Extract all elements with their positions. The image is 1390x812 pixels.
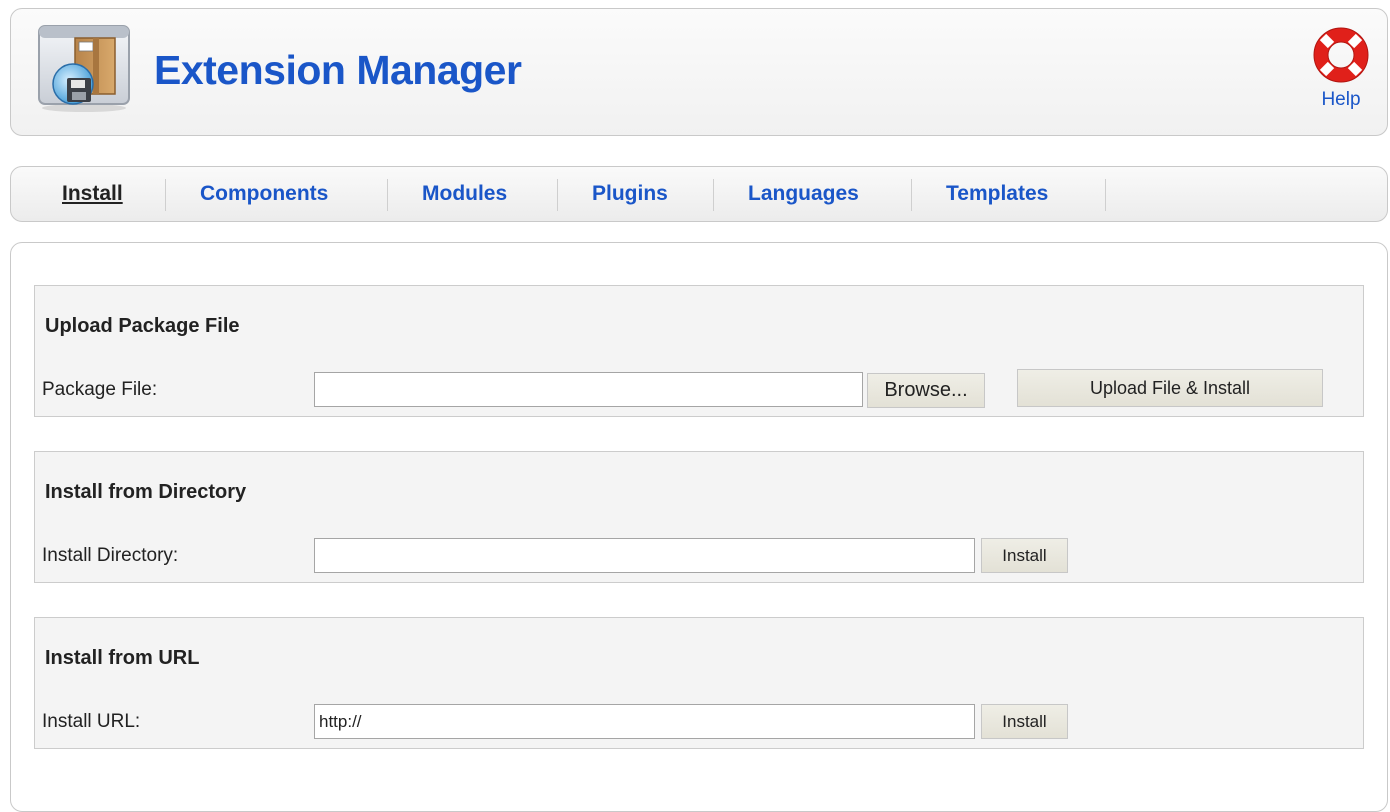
tab-plugins[interactable]: Plugins — [592, 181, 668, 207]
tab-components[interactable]: Components — [200, 181, 328, 207]
tab-install[interactable]: Install — [62, 181, 123, 207]
install-url-title: Install from URL — [45, 647, 200, 669]
install-directory-label: Install Directory: — [42, 545, 179, 566]
browse-button[interactable]: Browse... — [867, 373, 985, 408]
tab-divider — [387, 179, 388, 211]
tab-languages[interactable]: Languages — [748, 181, 859, 207]
extension-tabs: Install Components Modules Plugins Langu… — [10, 166, 1388, 222]
extension-manager-icon — [37, 24, 131, 112]
upload-package-section: Upload Package File Package File: Browse… — [34, 285, 1364, 417]
package-file-label: Package File: — [42, 379, 158, 400]
tab-divider — [713, 179, 714, 211]
install-panel: Upload Package File Package File: Browse… — [10, 242, 1388, 812]
install-url-button[interactable]: Install — [981, 704, 1068, 739]
install-directory-section: Install from Directory Install Directory… — [34, 451, 1364, 583]
tab-modules[interactable]: Modules — [422, 181, 507, 207]
tab-templates[interactable]: Templates — [946, 181, 1048, 207]
tab-divider — [1105, 179, 1106, 211]
help-button[interactable]: Help — [1311, 27, 1371, 127]
page-header: Extension Manager Help — [10, 8, 1388, 136]
install-directory-title: Install from Directory — [45, 481, 247, 503]
install-url-section: Install from URL Install URL: Install — [34, 617, 1364, 749]
tab-divider — [557, 179, 558, 211]
install-directory-button[interactable]: Install — [981, 538, 1068, 573]
lifebuoy-icon — [1311, 27, 1371, 85]
tab-divider — [165, 179, 166, 211]
install-url-label: Install URL: — [42, 711, 141, 732]
help-label: Help — [1321, 89, 1361, 110]
package-file-input[interactable] — [314, 372, 863, 407]
install-url-input[interactable] — [314, 704, 975, 739]
upload-install-button[interactable]: Upload File & Install — [1017, 369, 1323, 407]
tab-divider — [911, 179, 912, 211]
upload-package-title: Upload Package File — [45, 315, 240, 337]
install-directory-input[interactable] — [314, 538, 975, 573]
page-title: Extension Manager — [154, 47, 522, 93]
